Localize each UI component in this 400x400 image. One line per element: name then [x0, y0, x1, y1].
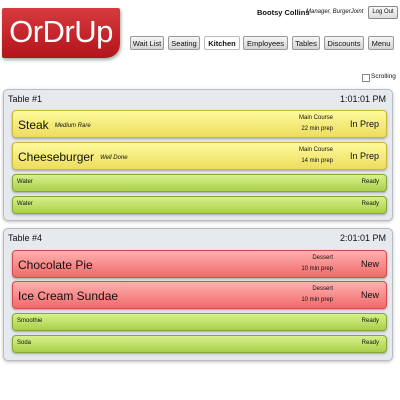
table-card: Table #4 2:01:01 PM Chocolate Pie Desser…: [3, 228, 393, 361]
scrolling-checkbox[interactable]: [362, 74, 370, 82]
app-logo: OrDrUp: [2, 8, 120, 58]
item-prep-time: 10 min prep: [301, 297, 333, 303]
table-time: 1:01:01 PM: [339, 94, 386, 104]
item-prep-time: 14 min prep: [301, 158, 333, 164]
order-ticket[interactable]: Water Ready: [12, 174, 387, 192]
item-note: Well Done: [100, 154, 128, 161]
item-category: Dessert: [312, 286, 333, 292]
item-status: Ready: [361, 318, 379, 324]
user-role: Manager, BurgerJoint: [306, 9, 364, 15]
item-status: In Prep: [349, 119, 379, 129]
item-status: In Prep: [349, 151, 379, 161]
item-name: Cheeseburger: [18, 150, 95, 164]
order-ticket[interactable]: Ice Cream Sundae Dessert 10 min prep New: [12, 281, 387, 309]
table-card: Table #1 1:01:01 PM Steak Medium Rare Mai…: [3, 89, 393, 221]
item-prep-time: 10 min prep: [301, 266, 333, 272]
table-title: Table #4: [8, 233, 43, 243]
item-name: Chocolate Pie: [18, 258, 93, 272]
order-ticket[interactable]: Steak Medium Rare Main Course 22 min prep…: [12, 110, 387, 138]
item-category: Main Course: [298, 147, 333, 153]
order-ticket[interactable]: Smoothie Ready: [12, 313, 387, 331]
nav-tables[interactable]: Tables: [292, 36, 320, 50]
item-name: Ice Cream Sundae: [18, 289, 119, 303]
order-ticket[interactable]: Water Ready: [12, 196, 387, 214]
item-name: Water: [17, 179, 33, 185]
item-category: Main Course: [298, 115, 333, 121]
item-status: Ready: [361, 340, 379, 346]
user-name: Bootsy Collins: [257, 8, 310, 17]
item-prep-time: 22 min prep: [301, 126, 333, 132]
item-status: New: [360, 259, 379, 269]
item-name: Water: [17, 201, 33, 207]
nav-employees[interactable]: Employees: [243, 36, 288, 50]
table-title: Table #1: [8, 94, 43, 104]
nav-wait-list[interactable]: Wait List: [130, 36, 164, 50]
nav-kitchen[interactable]: Kitchen: [204, 36, 240, 50]
item-category: Dessert: [312, 255, 333, 261]
item-note: Medium Rare: [54, 122, 91, 129]
order-ticket[interactable]: Cheeseburger Well Done Main Course 14 min…: [12, 142, 387, 170]
nav-menu[interactable]: Menu: [368, 36, 394, 50]
nav-seating[interactable]: Seating: [168, 36, 200, 50]
order-ticket[interactable]: Soda Ready: [12, 335, 387, 353]
item-name: Smoothie: [17, 318, 43, 324]
logout-button[interactable]: Log Out: [368, 6, 398, 19]
item-name: Steak: [18, 118, 49, 132]
item-status: Ready: [361, 201, 379, 207]
table-time: 2:01:01 PM: [339, 233, 386, 243]
item-status: New: [360, 290, 379, 300]
item-status: Ready: [361, 179, 379, 185]
nav-discounts[interactable]: Discounts: [324, 36, 364, 50]
scrolling-label: Scrolling: [371, 73, 396, 80]
order-ticket[interactable]: Chocolate Pie Dessert 10 min prep New: [12, 250, 387, 278]
item-name: Soda: [17, 340, 32, 346]
